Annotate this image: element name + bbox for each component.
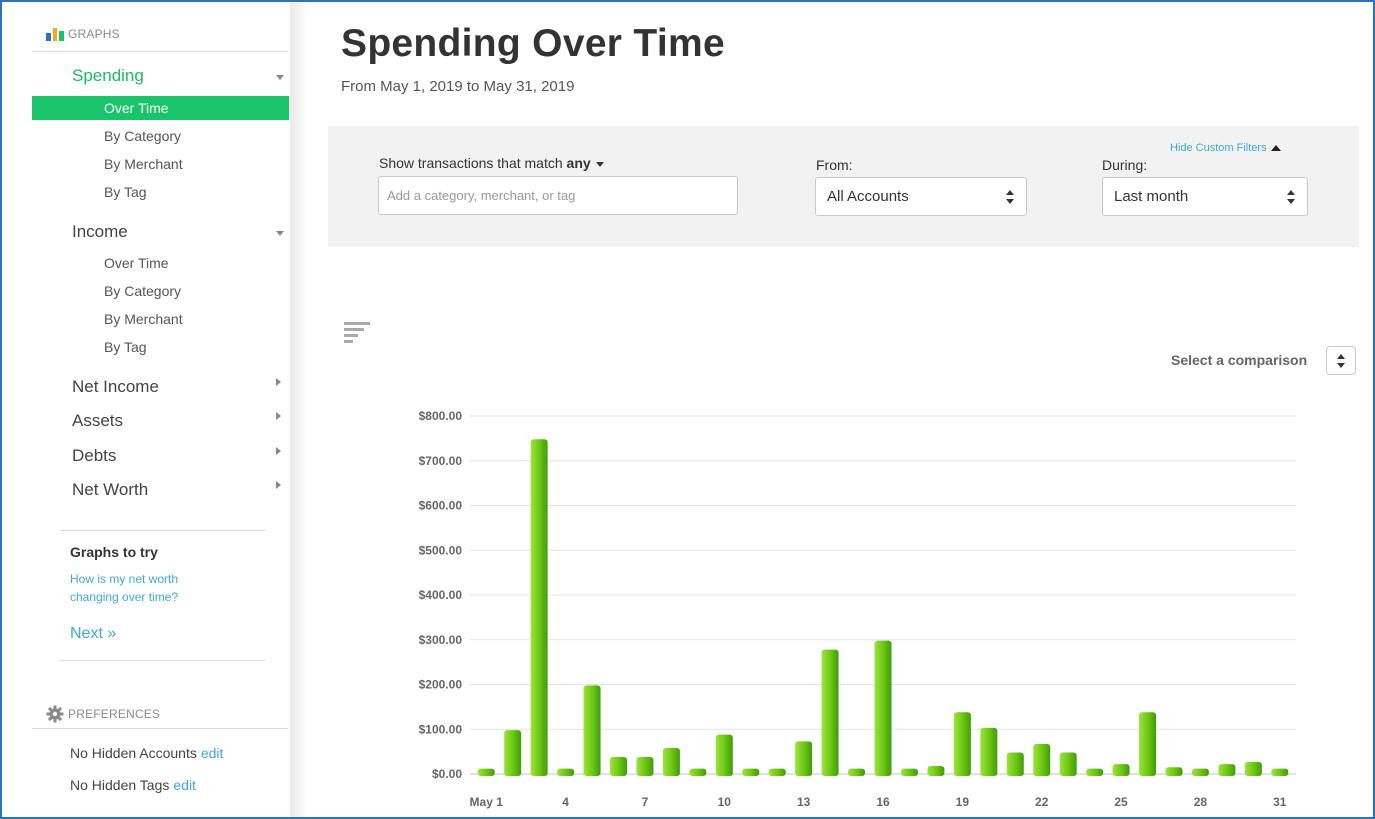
bar-8[interactable] xyxy=(662,748,680,776)
x-tick-label: May 1 xyxy=(470,795,504,809)
x-tick-label: 19 xyxy=(956,795,970,809)
bar-15[interactable] xyxy=(848,768,866,776)
bar-3[interactable] xyxy=(530,439,548,776)
bar-6[interactable] xyxy=(609,756,627,776)
bar-12[interactable] xyxy=(768,768,786,776)
bar-11[interactable] xyxy=(742,768,760,776)
bar-4[interactable] xyxy=(557,768,575,776)
bar-27[interactable] xyxy=(1165,767,1183,776)
bar-24[interactable] xyxy=(1086,768,1104,776)
bar-7[interactable] xyxy=(636,756,654,776)
bar-10[interactable] xyxy=(715,734,733,776)
y-tick-label: $400.00 xyxy=(419,588,463,602)
bar-25[interactable] xyxy=(1112,764,1130,776)
y-tick-label: $300.00 xyxy=(419,633,463,647)
x-tick-label: 31 xyxy=(1273,795,1287,809)
x-tick-label: 13 xyxy=(797,795,811,809)
y-tick-label: $200.00 xyxy=(419,678,463,692)
bar-29[interactable] xyxy=(1218,764,1236,776)
y-tick-label: $100.00 xyxy=(419,722,463,736)
bar-17[interactable] xyxy=(900,768,918,776)
bar-21[interactable] xyxy=(1006,752,1024,776)
x-tick-label: 16 xyxy=(876,795,890,809)
y-tick-label: $800.00 xyxy=(419,409,463,423)
x-tick-label: 22 xyxy=(1035,795,1049,809)
bar-30[interactable] xyxy=(1244,761,1262,776)
bar-19[interactable] xyxy=(953,712,971,776)
bar-13[interactable] xyxy=(795,741,813,776)
x-tick-label: 25 xyxy=(1114,795,1128,809)
bar-20[interactable] xyxy=(980,727,998,776)
x-tick-label: 28 xyxy=(1194,795,1208,809)
bar-28[interactable] xyxy=(1191,768,1209,776)
bar-26[interactable] xyxy=(1139,712,1157,776)
bar-9[interactable] xyxy=(689,768,707,776)
x-tick-label: 4 xyxy=(562,795,569,809)
y-tick-label: $0.00 xyxy=(432,767,462,781)
y-tick-label: $500.00 xyxy=(419,543,463,557)
y-tick-label: $700.00 xyxy=(419,454,463,468)
bar-18[interactable] xyxy=(927,765,945,776)
spending-bar-chart: $0.00 $100.00 $200.00 $300.00 $400.00 $500.00… xyxy=(419,409,1296,809)
bar-5[interactable] xyxy=(583,685,601,776)
bar-14[interactable] xyxy=(821,649,839,776)
bar-may-1[interactable] xyxy=(477,768,495,776)
bar-31[interactable] xyxy=(1271,768,1289,776)
x-tick-label: 10 xyxy=(718,795,732,809)
x-tick-label: 7 xyxy=(642,795,649,809)
bar-22[interactable] xyxy=(1033,744,1051,776)
bar-2[interactable] xyxy=(504,730,522,776)
bar-23[interactable] xyxy=(1059,752,1077,776)
bar-16[interactable] xyxy=(874,640,892,776)
y-tick-label: $600.00 xyxy=(419,499,463,513)
